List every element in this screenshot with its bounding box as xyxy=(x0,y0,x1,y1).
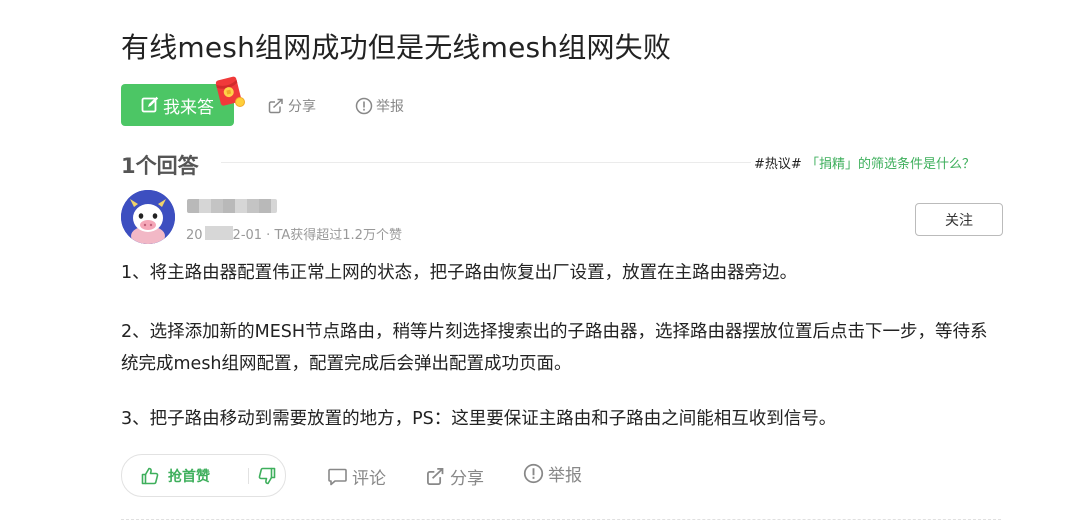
answer-divider xyxy=(121,519,1001,520)
like-button[interactable]: 抢首赞 xyxy=(122,466,248,486)
report-question-label: 举报 xyxy=(376,99,404,115)
hot-topic-tag: #热议# xyxy=(754,157,802,172)
cow-avatar-icon xyxy=(121,190,175,244)
answer-count: 1个回答 xyxy=(121,154,199,178)
hot-topic-link[interactable]: #热议# 「捐精」的筛选条件是什么？ xyxy=(754,153,975,172)
share-icon xyxy=(427,468,444,485)
answer-paragraph-2: 2、选择添加新的MESH节点路由，稍等片刻选择搜索出的子路由器，选择路由器摆放位… xyxy=(121,322,988,374)
share-answer-label: 分享 xyxy=(450,469,484,489)
vote-pill: 抢首赞 xyxy=(121,454,286,497)
comment-icon xyxy=(328,468,347,486)
share-answer-button[interactable]: 分享 xyxy=(425,464,484,489)
share-question-button[interactable]: 分享 xyxy=(267,96,316,116)
share-icon xyxy=(268,98,283,114)
avatar[interactable] xyxy=(121,190,175,244)
meta-blur xyxy=(205,226,233,240)
answer-paragraph-1: 1、将主路由器配置伟正常上网的状态，把子路由恢复出厂设置，放置在主路由器旁边。 xyxy=(121,263,798,283)
answer-button-label: 我来答 xyxy=(163,97,214,118)
question-title: 有线mesh组网成功但是无线mesh组网失败 xyxy=(121,31,672,64)
comment-label: 评论 xyxy=(352,469,386,489)
report-answer-label: 举报 xyxy=(548,466,582,486)
header-divider xyxy=(221,162,751,163)
report-answer-button[interactable]: 举报 xyxy=(523,461,582,486)
hot-topic-question: 「捐精」的筛选条件是什么？ xyxy=(805,157,975,172)
follow-button[interactable]: 关注 xyxy=(915,203,1003,236)
answer-paragraph-3: 3、把子路由移动到需要放置的地方，PS：这里要保证主路由和子路由之间能相互收到信… xyxy=(121,409,837,429)
answer-meta-date: 20 xyxy=(186,228,203,243)
report-icon xyxy=(355,97,373,115)
dislike-button[interactable] xyxy=(249,466,285,486)
comment-button[interactable]: 评论 xyxy=(327,464,386,489)
like-label: 抢首赞 xyxy=(168,468,210,485)
red-packet-icon[interactable] xyxy=(212,74,246,108)
share-question-label: 分享 xyxy=(288,99,316,115)
thumbs-up-icon xyxy=(141,467,159,484)
edit-icon xyxy=(141,96,159,113)
answer-meta-rest: 2-01 · TA获得超过1.2万个赞 xyxy=(232,228,402,243)
thumbs-down-icon xyxy=(258,467,276,484)
username[interactable] xyxy=(187,199,277,213)
report-question-button[interactable]: 举报 xyxy=(355,96,404,116)
report-icon xyxy=(523,463,544,484)
